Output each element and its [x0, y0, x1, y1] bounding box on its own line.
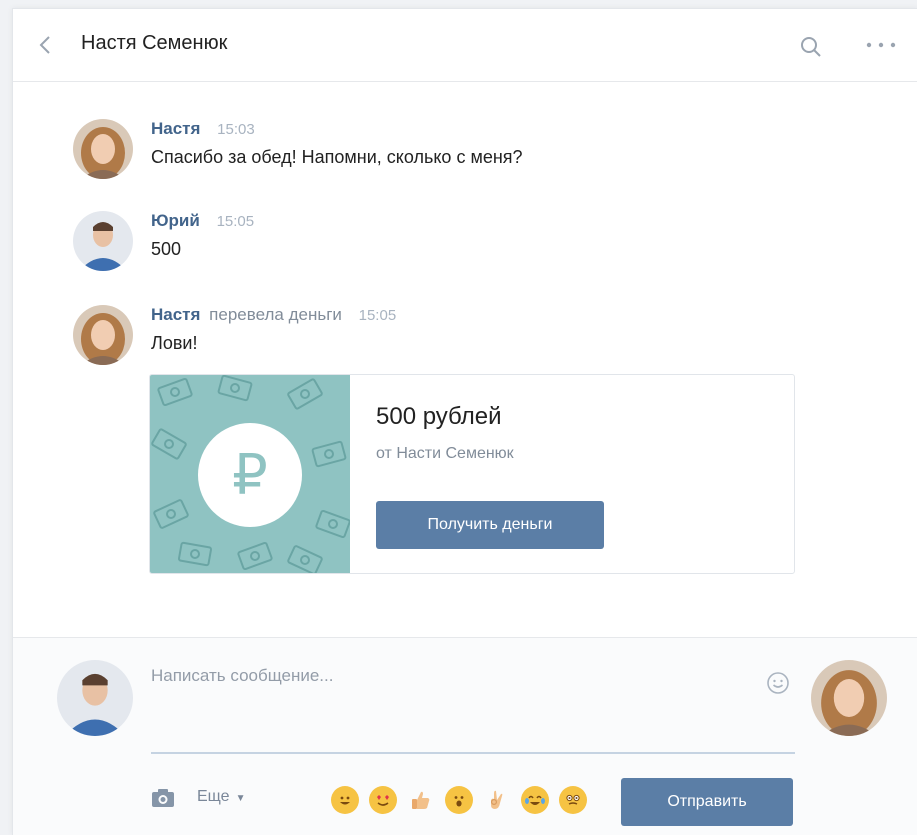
message-header: Настя 15:03	[151, 119, 255, 139]
message-time: 15:05	[358, 307, 397, 324]
message-composer: Еще ▼ Отправить	[13, 637, 917, 835]
more-attachments-label: Еще	[197, 788, 230, 805]
emoji-dizzy-face-icon[interactable]	[559, 786, 587, 814]
message-text: Спасибо за обед! Напомни, сколько с меня…	[151, 147, 523, 167]
message-time: 15:03	[217, 121, 255, 138]
chat-title: Настя Семенюк	[81, 32, 228, 54]
emoji-thumbs-up-icon[interactable]	[407, 786, 435, 814]
message-input[interactable]	[151, 660, 795, 754]
message-action: перевела деньги	[209, 305, 342, 324]
more-options-icon[interactable]	[863, 35, 899, 55]
my-avatar[interactable]	[57, 660, 133, 736]
smiley-icon[interactable]	[765, 670, 791, 696]
emoji-tears-of-joy-icon[interactable]	[521, 786, 549, 814]
banknote-pattern: ₽	[150, 375, 350, 573]
avatar-yuriy[interactable]	[73, 211, 133, 271]
message-header: Настя перевела деньги 15:05	[151, 305, 396, 325]
message-text: 500	[151, 239, 182, 259]
transfer-sender: от Насти Семенюк	[376, 445, 514, 462]
message-author[interactable]: Юрий	[151, 211, 200, 230]
composer-toolbar: Еще ▼ Отправить	[151, 778, 801, 826]
money-transfer-card: ₽ 500 рублей от Насти Семенюк Получить д…	[149, 374, 795, 574]
transfer-amount: 500 рублей	[376, 403, 502, 430]
currency-symbol: ₽	[232, 443, 268, 506]
message-time: 15:05	[216, 213, 255, 230]
message-header: Юрий 15:05	[151, 211, 254, 231]
peer-avatar[interactable]	[811, 660, 887, 736]
camera-icon[interactable]	[151, 788, 175, 808]
get-money-button[interactable]: Получить деньги	[376, 501, 604, 549]
chat-window: Настя Семенюк Настя 15:03 Спасибо за обе…	[12, 8, 917, 835]
avatar-nastya[interactable]	[73, 119, 133, 179]
emoji-grin-icon[interactable]	[331, 786, 359, 814]
search-icon[interactable]	[799, 35, 823, 59]
more-attachments-dropdown[interactable]: Еще ▼	[197, 788, 245, 806]
chevron-down-icon: ▼	[235, 793, 246, 804]
ruble-icon: ₽	[198, 423, 302, 527]
message-text: Лови!	[151, 333, 198, 353]
emoji-ok-hand-icon[interactable]	[483, 786, 511, 814]
message-author[interactable]: Настя	[151, 119, 200, 138]
emoji-surprised-icon[interactable]	[445, 786, 473, 814]
avatar-nastya[interactable]	[73, 305, 133, 365]
emoji-heart-eyes-icon[interactable]	[369, 786, 397, 814]
message-author[interactable]: Настя	[151, 305, 200, 324]
chat-header: Настя Семенюк	[13, 9, 917, 82]
back-chevron-icon[interactable]	[35, 33, 55, 57]
send-button[interactable]: Отправить	[621, 778, 793, 826]
